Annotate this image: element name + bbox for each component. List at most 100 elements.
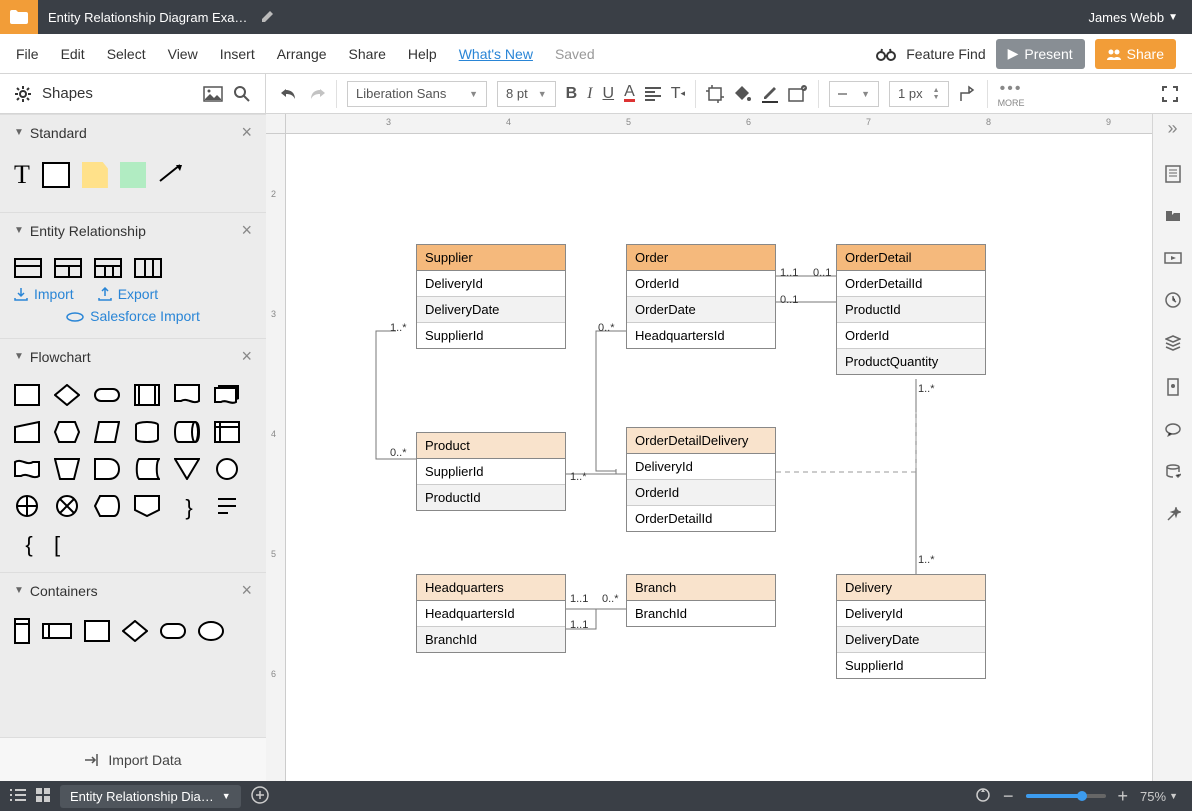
- folder-icon[interactable]: [0, 0, 38, 34]
- present-button[interactable]: ▶ Present: [996, 39, 1085, 69]
- menu-help[interactable]: Help: [408, 46, 437, 62]
- container-3[interactable]: [84, 620, 110, 647]
- line-routing-icon[interactable]: [959, 85, 977, 103]
- flow-sum[interactable]: [54, 495, 84, 522]
- bold-icon[interactable]: B: [566, 85, 578, 103]
- flow-or[interactable]: [14, 495, 44, 522]
- document-title[interactable]: Entity Relationship Diagram Exa…: [38, 10, 257, 25]
- flow-internal-storage[interactable]: [214, 421, 244, 448]
- entity-orderdetail[interactable]: OrderDetail OrderDetailId ProductId Orde…: [836, 244, 986, 375]
- flow-data[interactable]: [94, 421, 124, 448]
- layers-icon[interactable]: [1165, 335, 1181, 356]
- edit-title-icon[interactable]: [261, 9, 275, 26]
- entity-branch[interactable]: Branch BranchId: [626, 574, 776, 627]
- import-link[interactable]: Import: [14, 286, 74, 302]
- line-shape[interactable]: [158, 163, 184, 188]
- flow-note[interactable]: [214, 495, 244, 522]
- shape-crop-icon[interactable]: [706, 85, 724, 103]
- zoom-out-icon[interactable]: −: [1003, 786, 1014, 807]
- salesforce-import-link[interactable]: Salesforce Import: [14, 308, 252, 324]
- redo-icon[interactable]: [308, 87, 326, 101]
- italic-icon[interactable]: I: [587, 85, 592, 103]
- entity-orderdetaildelivery[interactable]: OrderDetailDelivery DeliveryId OrderId O…: [626, 427, 776, 532]
- font-size-select[interactable]: 8 pt▼: [497, 81, 556, 107]
- menu-edit[interactable]: Edit: [61, 46, 85, 62]
- note-shape[interactable]: [82, 162, 108, 188]
- zoom-slider[interactable]: [1026, 794, 1106, 798]
- entity-supplier[interactable]: Supplier DeliveryId DeliveryDate Supplie…: [416, 244, 566, 349]
- flow-preparation[interactable]: [54, 421, 84, 448]
- chat-icon[interactable]: [1165, 423, 1181, 442]
- feature-find-label[interactable]: Feature Find: [906, 46, 985, 62]
- text-format-icon[interactable]: T◂: [671, 85, 685, 103]
- er-shape-4[interactable]: [134, 258, 162, 278]
- flow-bracket[interactable]: [: [54, 532, 84, 558]
- more-button[interactable]: ••• MORE: [998, 80, 1025, 108]
- image-icon[interactable]: [203, 86, 223, 102]
- section-flowchart[interactable]: ▼Flowchart×: [0, 338, 266, 374]
- close-icon[interactable]: ×: [241, 220, 252, 241]
- entity-delivery[interactable]: Delivery DeliveryId DeliveryDate Supplie…: [836, 574, 986, 679]
- flow-multidoc[interactable]: [214, 384, 244, 411]
- menu-share[interactable]: Share: [349, 46, 386, 62]
- zoom-in-icon[interactable]: +: [1118, 786, 1129, 807]
- close-icon[interactable]: ×: [241, 122, 252, 143]
- search-icon[interactable]: [233, 85, 251, 103]
- comment-icon[interactable]: [1165, 210, 1181, 229]
- menu-view[interactable]: View: [168, 46, 198, 62]
- flow-brace-open[interactable]: {: [14, 532, 44, 558]
- collapse-icon[interactable]: »: [1167, 118, 1177, 143]
- list-view-icon[interactable]: [10, 789, 26, 804]
- gear-icon[interactable]: [14, 85, 32, 103]
- border-color-icon[interactable]: [762, 85, 778, 103]
- grid-view-icon[interactable]: [36, 788, 50, 805]
- container-6[interactable]: [198, 620, 224, 647]
- text-shape[interactable]: T: [14, 160, 30, 190]
- flow-process[interactable]: [14, 384, 40, 406]
- section-standard[interactable]: ▼Standard×: [0, 114, 266, 150]
- er-shape-1[interactable]: [14, 258, 42, 278]
- zoom-level[interactable]: 75%▼: [1140, 789, 1178, 804]
- close-icon[interactable]: ×: [241, 346, 252, 367]
- flow-database[interactable]: [134, 421, 164, 448]
- menu-file[interactable]: File: [16, 46, 39, 62]
- section-entity[interactable]: ▼Entity Relationship×: [0, 212, 266, 248]
- page-tab[interactable]: Entity Relationship Dia…▼: [60, 785, 241, 808]
- flow-decision[interactable]: [54, 384, 84, 411]
- binoculars-icon[interactable]: [876, 47, 896, 61]
- menu-select[interactable]: Select: [107, 46, 146, 62]
- flow-connector[interactable]: [214, 458, 244, 485]
- flow-predefined[interactable]: [134, 384, 164, 411]
- er-shape-3[interactable]: [94, 258, 122, 278]
- entity-product[interactable]: Product SupplierId ProductId: [416, 432, 566, 511]
- fullscreen-icon[interactable]: [1162, 86, 1178, 102]
- container-4[interactable]: [122, 620, 148, 647]
- text-color-icon[interactable]: A: [624, 85, 635, 102]
- flow-merge[interactable]: [174, 458, 204, 485]
- flow-stored-data[interactable]: [134, 458, 164, 485]
- align-icon[interactable]: [645, 87, 661, 101]
- shape-options-icon[interactable]: [788, 85, 808, 103]
- er-shape-2[interactable]: [54, 258, 82, 278]
- container-5[interactable]: [160, 620, 186, 647]
- section-containers[interactable]: ▼Containers×: [0, 572, 266, 608]
- page-icon[interactable]: [1165, 165, 1181, 188]
- user-menu[interactable]: James Webb▼: [1088, 10, 1192, 25]
- rect-shape[interactable]: [42, 162, 70, 188]
- presentation-icon[interactable]: [1164, 251, 1182, 270]
- flow-paper-tape[interactable]: [14, 458, 44, 485]
- flow-display[interactable]: [94, 495, 124, 522]
- master-icon[interactable]: [1166, 378, 1180, 401]
- flow-delay[interactable]: [94, 458, 124, 485]
- magic-icon[interactable]: [1165, 507, 1181, 528]
- add-page-icon[interactable]: [251, 786, 269, 807]
- menu-insert[interactable]: Insert: [220, 46, 255, 62]
- flow-off-page[interactable]: [134, 495, 164, 522]
- menu-arrange[interactable]: Arrange: [277, 46, 327, 62]
- flow-manual-input[interactable]: [14, 421, 44, 448]
- canvas-area[interactable]: 3456789 234567: [266, 114, 1152, 781]
- flow-direct-data[interactable]: [174, 421, 204, 448]
- flow-brace-close[interactable]: }: [174, 495, 204, 522]
- fill-icon[interactable]: [734, 85, 752, 103]
- container-1[interactable]: [14, 618, 30, 649]
